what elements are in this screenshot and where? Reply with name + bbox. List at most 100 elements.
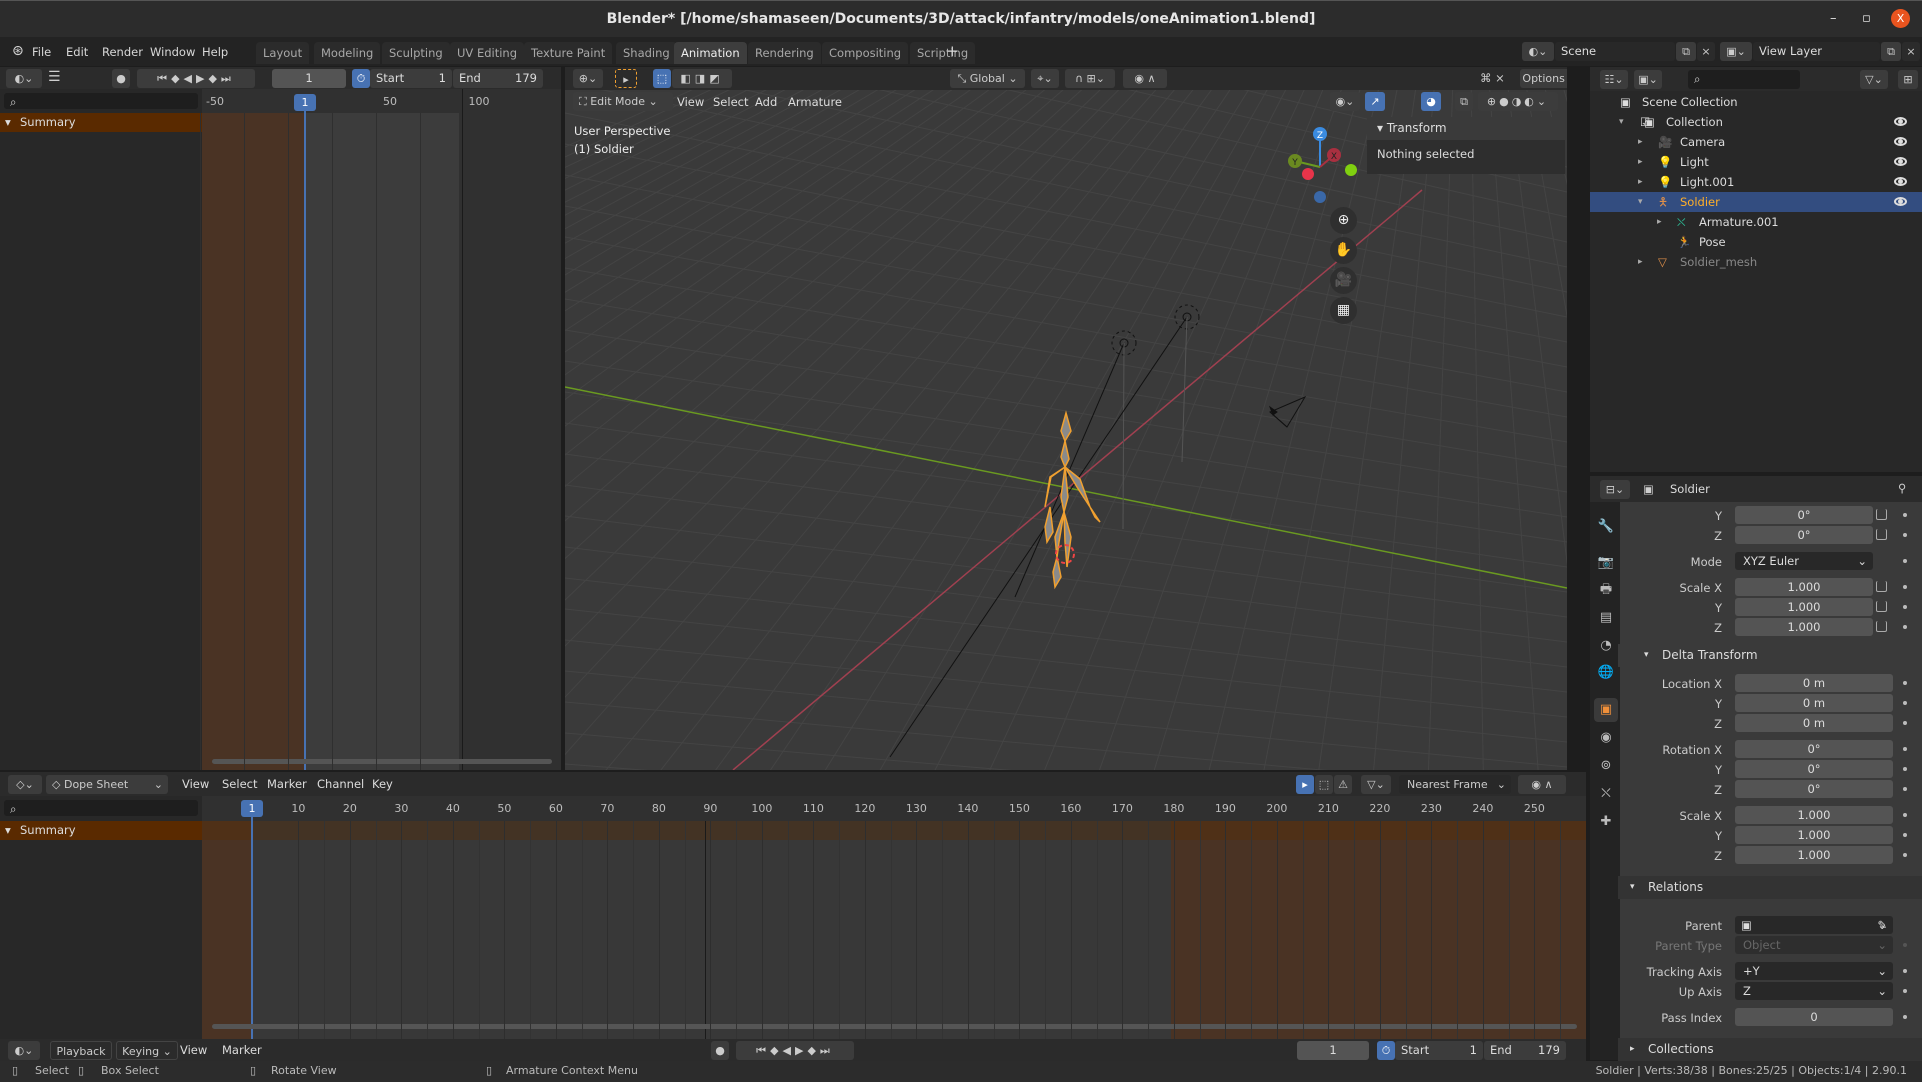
property-field[interactable]: 1.000 <box>1735 806 1893 824</box>
eye-icon[interactable] <box>1894 137 1907 146</box>
tab-texture-paint[interactable]: Texture Paint <box>524 42 613 64</box>
eye-icon[interactable] <box>1894 157 1907 166</box>
dopesheet-keyframe-area[interactable] <box>252 821 1171 1039</box>
keyframe-dot-icon[interactable] <box>1903 625 1907 629</box>
display-mode-icon[interactable]: ▣⌄ <box>1634 70 1662 89</box>
property-field[interactable]: 0° <box>1735 780 1893 798</box>
section-collections[interactable]: ▸ Collections <box>1618 1038 1922 1061</box>
tab-uv-editing[interactable]: UV Editing <box>450 42 524 64</box>
view-layer-icon[interactable]: ▤ <box>1594 606 1618 630</box>
summary-channel[interactable]: ▾ Summary <box>0 113 202 132</box>
remove-view-layer-icon[interactable]: × <box>1902 42 1920 61</box>
blender-logo-icon[interactable]: ⊛ <box>12 43 24 59</box>
lock-icon[interactable] <box>1876 509 1887 520</box>
playhead-frame-label[interactable]: 1 <box>294 94 316 111</box>
object-data-armature-icon[interactable]: ⛌ <box>1594 782 1618 806</box>
keyframe-dot-icon[interactable] <box>1903 853 1907 857</box>
snap-mode-dropdown[interactable]: Nearest Frame ⌄ <box>1399 775 1511 794</box>
remove-scene-icon[interactable]: × <box>1697 42 1715 61</box>
expand-triangle-icon[interactable]: ▸ <box>1638 132 1643 152</box>
tab-compositing[interactable]: Compositing <box>822 42 909 64</box>
outliner-search-input[interactable]: ⌕ <box>1688 70 1800 89</box>
outliner-row-collection[interactable]: ▾ ☑ ▣ Collection <box>1590 112 1922 132</box>
tab-modeling[interactable]: Modeling <box>314 42 381 64</box>
timeline-menu-view[interactable]: View <box>180 1043 207 1057</box>
preview-range-stopwatch-icon[interactable]: ⏱ <box>1377 1041 1395 1060</box>
keyframe-dot-icon[interactable] <box>1903 681 1907 685</box>
property-field[interactable]: XYZ Euler ⌄ <box>1735 552 1873 570</box>
tab-shading[interactable]: Shading <box>616 42 677 64</box>
property-field[interactable]: 0° <box>1735 760 1893 778</box>
expand-triangle-icon[interactable]: ▸ <box>1638 152 1643 172</box>
filter-icon[interactable]: ▽⌄ <box>1860 70 1888 89</box>
expand-triangle-icon[interactable]: ▸ <box>1638 172 1643 192</box>
only-errors-icon[interactable]: ⚠ <box>1334 775 1352 794</box>
tab-sculpting[interactable]: Sculpting <box>382 42 450 64</box>
tab-layout[interactable]: Layout <box>256 42 310 64</box>
tab-animation[interactable]: Animation <box>674 42 747 64</box>
outliner-row-pose[interactable]: 🏃 Pose <box>1590 232 1922 252</box>
lock-icon[interactable] <box>1876 581 1887 592</box>
property-field[interactable]: 1.000 <box>1735 598 1873 616</box>
property-field[interactable]: 1.000 <box>1735 846 1893 864</box>
section-relations[interactable]: ▾ Relations <box>1618 876 1922 899</box>
keyframe-dot-icon[interactable] <box>1903 813 1907 817</box>
output-icon[interactable]: 🖶 <box>1594 578 1618 602</box>
property-field[interactable]: 0° <box>1735 740 1893 758</box>
bone-icon[interactable]: ✚ <box>1594 810 1618 834</box>
outliner-row-light.001[interactable]: ▸ 💡 Light.001 <box>1590 172 1922 192</box>
object-icon[interactable]: ▣ <box>1594 698 1618 722</box>
editor-type-timeline-icon[interactable]: ◐⌄ <box>6 69 42 88</box>
keyframe-dot-icon[interactable] <box>1903 989 1907 993</box>
dopesheet-search-input[interactable]: ⌕ <box>4 800 198 816</box>
property-field[interactable]: +Y ⌄ <box>1735 962 1893 980</box>
lock-icon[interactable] <box>1876 601 1887 612</box>
keyframe-dot-icon[interactable] <box>1903 701 1907 705</box>
scene-icon[interactable]: ◔ <box>1594 634 1618 658</box>
dopesheet-playhead-label[interactable]: 1 <box>241 800 263 817</box>
dopesheet-mode-dropdown[interactable]: ◇ Dope Sheet ⌄ <box>46 775 168 794</box>
property-field[interactable]: 1.000 <box>1735 618 1873 636</box>
dopesheet-menu-select[interactable]: Select <box>222 777 257 791</box>
timeline-menu-keying[interactable]: Keying ⌄ <box>116 1041 178 1060</box>
dopesheet-menu-view[interactable]: View <box>182 777 209 791</box>
dopesheet-playhead[interactable] <box>251 810 253 1039</box>
keyframe-dot-icon[interactable] <box>1903 513 1907 517</box>
maximize-button[interactable]: ▫ <box>1862 11 1871 26</box>
scene-name-field[interactable]: Scene <box>1555 42 1675 61</box>
properties-editor-type-icon[interactable]: ⊟⌄ <box>1600 480 1630 499</box>
show-hidden-icon[interactable]: ⬚ <box>1315 775 1333 794</box>
menu-window[interactable]: Window <box>150 45 195 59</box>
playback-controls[interactable]: ⏮◆◀▶◆⏭ <box>736 1041 854 1060</box>
keyframe-dot-icon[interactable] <box>1903 787 1907 791</box>
property-field[interactable]: 0 m <box>1735 694 1893 712</box>
property-field[interactable]: Z ⌄ <box>1735 982 1893 1000</box>
keyframe-dot-icon[interactable] <box>1903 533 1907 537</box>
horizontal-scrollbar[interactable] <box>212 759 552 764</box>
eye-icon[interactable] <box>1894 197 1907 206</box>
3d-viewport[interactable]: ⊕⌄ ▸ ⬚ ◧◨◩ ⤡ Global ⌄ ⌖⌄ ∩ ⊞⌄ ◉ ∧ ⌘ × Op… <box>565 67 1567 770</box>
eyedropper-icon[interactable]: ✎ <box>1877 916 1887 934</box>
dopesheet-menu-marker[interactable]: Marker <box>267 777 307 791</box>
record-button[interactable]: ● <box>112 69 130 88</box>
preview-range-stopwatch-icon[interactable]: ⏱ <box>352 69 370 88</box>
add-workspace-button[interactable]: + <box>946 42 959 60</box>
channel-search-input[interactable]: ⌕ <box>4 93 198 109</box>
outliner-editor-type-icon[interactable]: ☷⌄ <box>1600 70 1628 89</box>
physics-icon[interactable]: ◉ <box>1594 726 1618 750</box>
menu-edit[interactable]: Edit <box>66 45 88 59</box>
view-layer-field[interactable]: View Layer <box>1753 42 1880 61</box>
property-field[interactable]: ⌄ ▣ ✎ <box>1735 916 1893 934</box>
dopesheet-scrollbar[interactable] <box>212 1024 1577 1029</box>
expand-triangle-icon[interactable]: ▾ <box>1638 192 1643 212</box>
property-field[interactable]: 1.000 <box>1735 578 1873 596</box>
timeline-editor-type-icon[interactable]: ◐⌄ <box>8 1041 40 1060</box>
end-frame-field[interactable]: End 179 <box>1484 1041 1566 1060</box>
outliner-row-soldier_mesh[interactable]: ▸ ▽ Soldier_mesh <box>1590 252 1922 272</box>
new-scene-icon[interactable]: ⧉ <box>1676 42 1696 61</box>
outliner-row-scene collection[interactable]: ▣ Scene Collection <box>1590 92 1922 112</box>
close-button[interactable]: X <box>1891 9 1910 28</box>
keyframe-dot-icon[interactable] <box>1903 767 1907 771</box>
record-button[interactable]: ● <box>711 1041 729 1060</box>
timeline-menu-playback[interactable]: Playback ⌄ <box>50 1041 112 1077</box>
